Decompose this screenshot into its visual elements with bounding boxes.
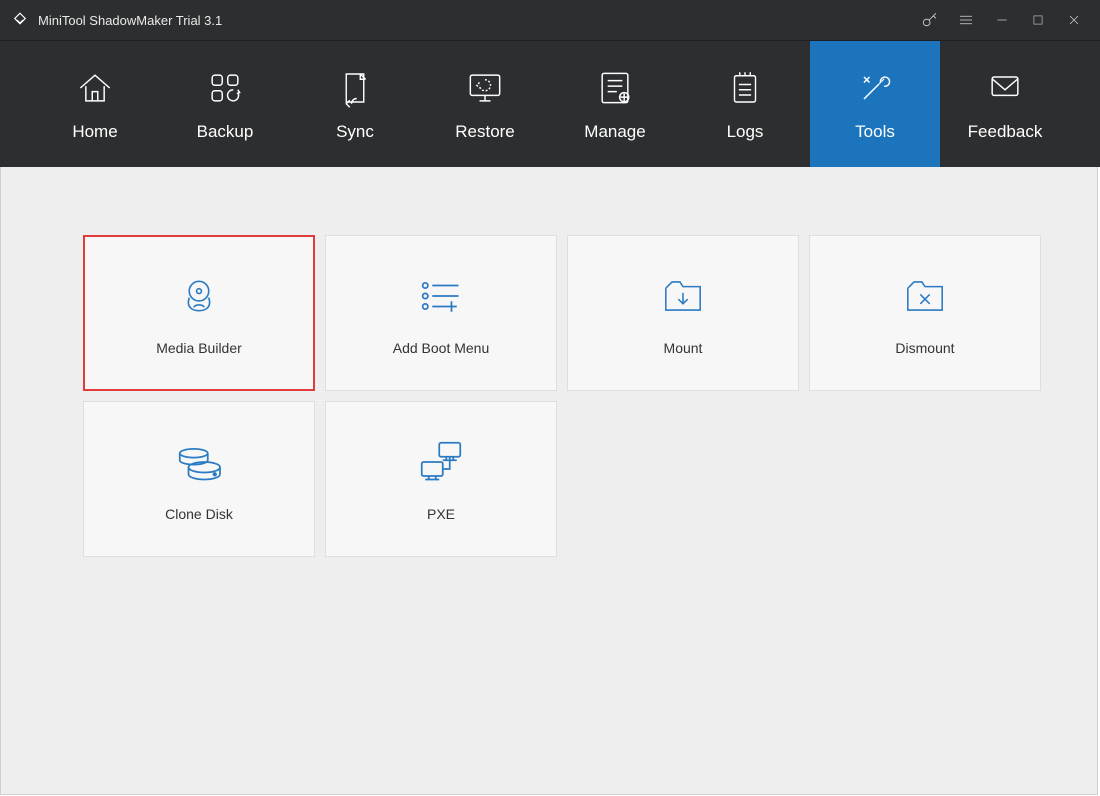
nav-home[interactable]: Home bbox=[30, 41, 160, 167]
menu-icon[interactable] bbox=[948, 0, 984, 40]
main-nav: Home Backup Sync Restore Manage Logs T bbox=[0, 41, 1100, 167]
close-button[interactable] bbox=[1056, 0, 1092, 40]
logs-icon bbox=[724, 66, 766, 110]
content-area: Media Builder Add Boot Menu Mount Dismou… bbox=[0, 167, 1098, 795]
tool-label: Clone Disk bbox=[165, 506, 233, 522]
tools-grid: Media Builder Add Boot Menu Mount Dismou… bbox=[83, 235, 1097, 557]
tool-clone-disk[interactable]: Clone Disk bbox=[83, 401, 315, 557]
nav-tools[interactable]: Tools bbox=[810, 41, 940, 167]
nav-label: Backup bbox=[197, 122, 254, 142]
maximize-button[interactable] bbox=[1020, 0, 1056, 40]
nav-feedback[interactable]: Feedback bbox=[940, 41, 1070, 167]
nav-label: Home bbox=[72, 122, 117, 142]
tool-label: Add Boot Menu bbox=[393, 340, 490, 356]
tool-dismount[interactable]: Dismount bbox=[809, 235, 1041, 391]
nav-manage[interactable]: Manage bbox=[550, 41, 680, 167]
tool-label: Dismount bbox=[895, 340, 954, 356]
tool-label: Media Builder bbox=[156, 340, 242, 356]
nav-label: Manage bbox=[584, 122, 645, 142]
app-logo-icon bbox=[10, 10, 30, 30]
key-icon[interactable] bbox=[912, 0, 948, 40]
nav-sync[interactable]: Sync bbox=[290, 41, 420, 167]
sync-icon bbox=[334, 66, 376, 110]
media-builder-icon bbox=[173, 270, 225, 322]
restore-icon bbox=[463, 66, 507, 110]
nav-backup[interactable]: Backup bbox=[160, 41, 290, 167]
nav-logs[interactable]: Logs bbox=[680, 41, 810, 167]
pxe-icon bbox=[413, 436, 469, 488]
tool-label: PXE bbox=[427, 506, 455, 522]
backup-icon bbox=[203, 66, 247, 110]
feedback-icon bbox=[983, 66, 1027, 110]
nav-label: Restore bbox=[455, 122, 515, 142]
tools-icon bbox=[853, 66, 897, 110]
tool-pxe[interactable]: PXE bbox=[325, 401, 557, 557]
tool-label: Mount bbox=[664, 340, 703, 356]
nav-label: Tools bbox=[855, 122, 895, 142]
home-icon bbox=[73, 66, 117, 110]
tool-add-boot-menu[interactable]: Add Boot Menu bbox=[325, 235, 557, 391]
tool-mount[interactable]: Mount bbox=[567, 235, 799, 391]
add-boot-menu-icon bbox=[413, 270, 469, 322]
dismount-icon bbox=[900, 270, 950, 322]
titlebar: MiniTool ShadowMaker Trial 3.1 bbox=[0, 0, 1100, 41]
nav-label: Logs bbox=[727, 122, 764, 142]
minimize-button[interactable] bbox=[984, 0, 1020, 40]
clone-disk-icon bbox=[171, 436, 227, 488]
mount-icon bbox=[658, 270, 708, 322]
tool-media-builder[interactable]: Media Builder bbox=[83, 235, 315, 391]
nav-restore[interactable]: Restore bbox=[420, 41, 550, 167]
manage-icon bbox=[593, 66, 637, 110]
nav-label: Sync bbox=[336, 122, 374, 142]
app-title: MiniTool ShadowMaker Trial 3.1 bbox=[38, 13, 222, 28]
nav-label: Feedback bbox=[968, 122, 1043, 142]
